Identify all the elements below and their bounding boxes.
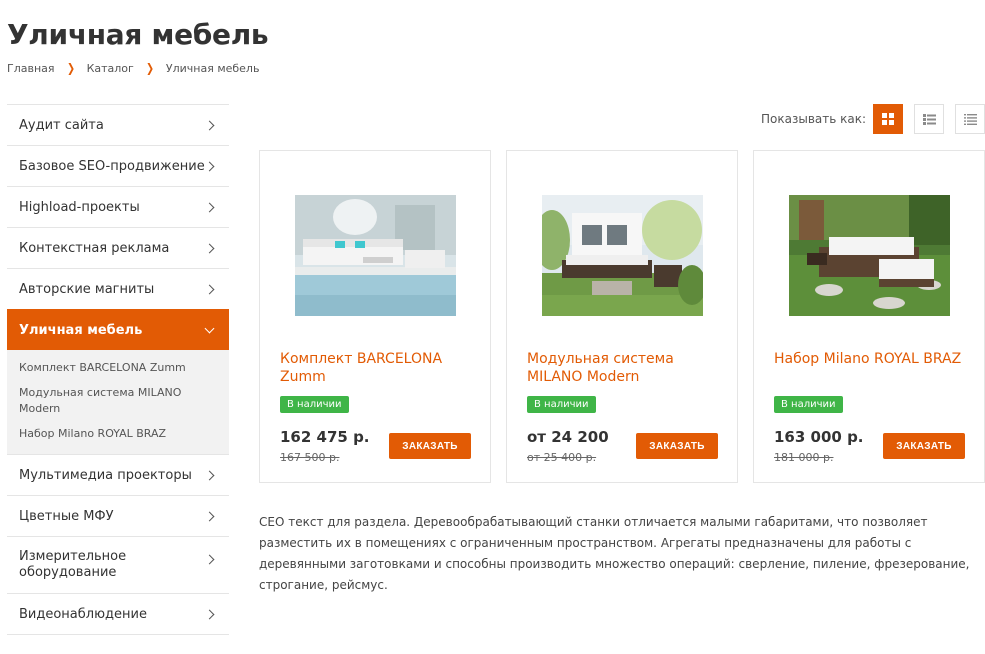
order-button[interactable]: ЗАКАЗАТЬ <box>389 433 471 459</box>
chevron-right-icon <box>204 609 215 619</box>
sidebar-item-label: Базовое SEO-продвижение <box>19 158 205 174</box>
sidebar-item-cctv[interactable]: Видеонаблюдение <box>7 593 229 634</box>
sidebar-item-seo[interactable]: Базовое SEO-продвижение <box>7 145 229 186</box>
sidebar-item-magnets[interactable]: Авторские магниты <box>7 268 229 309</box>
chevron-right-icon <box>204 284 215 294</box>
product-card: Комплект BARCELONA Zumm В наличии 162 47… <box>259 150 491 483</box>
product-old-price: 181 000 р. <box>774 451 834 464</box>
in-stock-badge: В наличии <box>774 396 843 413</box>
submenu-item-barcelona[interactable]: Комплект BARCELONA Zumm <box>19 360 217 376</box>
sidebar-item-measuring[interactable]: Измерительное оборудование <box>7 536 229 593</box>
sidebar-item-label: Контекстная реклама <box>19 240 170 256</box>
table-view-icon <box>963 113 977 125</box>
list-view-icon <box>922 113 936 125</box>
product-image[interactable] <box>295 195 456 316</box>
submenu-item-milano-modern[interactable]: Модульная система MILANO Modern <box>19 385 217 417</box>
submenu-item-milano-royal[interactable]: Набор Milano ROYAL BRAZ <box>19 426 217 442</box>
chevron-right-icon <box>204 161 215 171</box>
product-card: Набор Milano ROYAL BRAZ В наличии 163 00… <box>753 150 985 483</box>
chevron-right-icon: ❯ <box>66 61 75 75</box>
list-view-button[interactable] <box>914 104 944 134</box>
sidebar-item-audit[interactable]: Аудит сайта <box>7 104 229 145</box>
sidebar-item-label: Аудит сайта <box>19 117 104 133</box>
order-button[interactable]: ЗАКАЗАТЬ <box>636 433 718 459</box>
seo-text: СЕО текст для раздела. Деревообрабатываю… <box>259 515 970 592</box>
sidebar-item-context-ads[interactable]: Контекстная реклама <box>7 227 229 268</box>
chevron-down-icon <box>204 323 215 333</box>
in-stock-badge: В наличии <box>280 396 349 413</box>
product-price: 163 000 р. <box>774 428 864 446</box>
sidebar-item-label: Цветные МФУ <box>19 508 114 524</box>
chevron-right-icon <box>204 202 215 212</box>
order-button[interactable]: ЗАКАЗАТЬ <box>883 433 965 459</box>
table-view-button[interactable] <box>955 104 985 134</box>
sidebar-item-label: Видеонаблюдение <box>19 606 147 622</box>
grid-view-icon <box>882 113 894 125</box>
product-price: 162 475 р. <box>280 428 370 446</box>
sidebar-item-color-mfp[interactable]: Цветные МФУ <box>7 495 229 536</box>
breadcrumb: Главная ❯ Каталог ❯ Уличная мебель <box>7 61 259 75</box>
sidebar-item-highload[interactable]: Highload-проекты <box>7 186 229 227</box>
chevron-right-icon <box>204 120 215 130</box>
sidebar-item-label: Уличная мебель <box>19 322 143 338</box>
breadcrumb-current: Уличная мебель <box>165 61 260 75</box>
product-image[interactable] <box>789 195 950 316</box>
product-old-price: 167 500 р. <box>280 451 340 464</box>
sidebar-item-outdoor-furniture[interactable]: Уличная мебель <box>7 309 229 350</box>
sidebar-menu: Аудит сайта Базовое SEO-продвижение High… <box>7 104 229 635</box>
product-image[interactable] <box>542 195 703 316</box>
view-mode-label: Показывать как: <box>761 112 867 126</box>
chevron-right-icon: ❯ <box>145 61 154 75</box>
product-price: от 24 200 <box>527 428 609 446</box>
page-title: Уличная мебель <box>7 18 269 51</box>
breadcrumb-catalog[interactable]: Каталог <box>87 62 134 75</box>
chevron-right-icon <box>204 511 215 521</box>
chevron-right-icon <box>204 243 215 253</box>
sidebar-divider <box>7 634 229 635</box>
sidebar-item-projectors[interactable]: Мультимедиа проекторы <box>7 454 229 495</box>
chevron-right-icon <box>204 470 215 480</box>
product-name[interactable]: Модульная система MILANO Modern <box>527 350 727 386</box>
sidebar-item-label: Измерительное оборудование <box>19 549 127 580</box>
chevron-right-icon <box>204 554 215 565</box>
product-card: Модульная система MILANO Modern В наличи… <box>506 150 738 483</box>
sidebar-item-label: Highload-проекты <box>19 199 140 215</box>
grid-view-button[interactable] <box>873 104 903 134</box>
breadcrumb-home[interactable]: Главная <box>7 62 55 75</box>
in-stock-badge: В наличии <box>527 396 596 413</box>
sidebar-item-label: Мультимедиа проекторы <box>19 467 192 483</box>
product-name[interactable]: Набор Milano ROYAL BRAZ <box>774 350 974 368</box>
sidebar-item-label: Авторские магниты <box>19 281 155 297</box>
sidebar-submenu: Комплект BARCELONA Zumm Модульная систем… <box>7 350 229 454</box>
product-name[interactable]: Комплект BARCELONA Zumm <box>280 350 480 386</box>
product-old-price: от 25 400 р. <box>527 451 597 464</box>
